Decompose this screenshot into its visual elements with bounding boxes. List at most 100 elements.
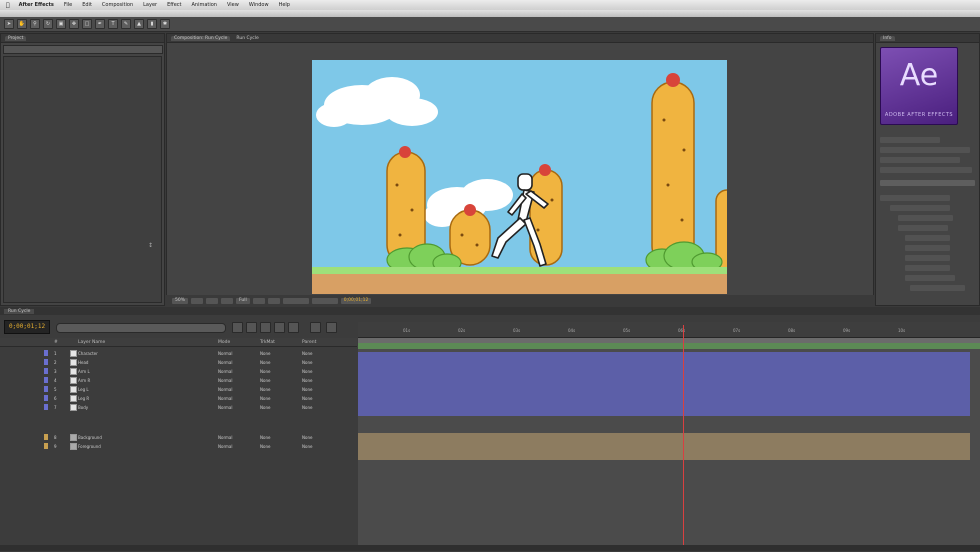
label-color[interactable] <box>44 443 48 449</box>
effects-tree-item[interactable] <box>898 215 953 221</box>
menu-file[interactable]: File <box>59 2 77 8</box>
layer-trkmat[interactable]: None <box>260 444 270 449</box>
stamp-tool-icon[interactable]: ▲ <box>134 19 144 29</box>
layer-trkmat[interactable]: None <box>260 360 270 365</box>
frame-blending-button[interactable] <box>274 322 285 333</box>
menu-animation[interactable]: Animation <box>186 2 222 8</box>
menu-window[interactable]: Window <box>244 2 274 8</box>
effects-tree-item[interactable] <box>898 225 948 231</box>
label-color[interactable] <box>44 386 48 392</box>
layer-name[interactable]: Body <box>78 405 210 410</box>
brainstorm-button[interactable] <box>326 322 337 333</box>
layer-bar-group[interactable] <box>358 352 970 416</box>
apple-icon[interactable]:  <box>0 2 14 9</box>
menu-composition[interactable]: Composition <box>97 2 138 8</box>
layer-parent[interactable]: None <box>302 378 312 383</box>
tab-info[interactable]: Info <box>880 35 895 41</box>
current-time-display[interactable]: 0;00;01;12 <box>4 320 50 334</box>
selection-tool-icon[interactable]: ➤ <box>4 19 14 29</box>
layer-parent[interactable]: None <box>302 405 312 410</box>
layer-mode[interactable]: Normal <box>218 387 232 392</box>
transparency-button[interactable] <box>267 297 280 304</box>
layer-name[interactable]: Arm R <box>78 378 210 383</box>
composition-viewer[interactable] <box>312 60 727 294</box>
layer-parent[interactable]: None <box>302 369 312 374</box>
layer-mode[interactable]: Normal <box>218 351 232 356</box>
menu-edit[interactable]: Edit <box>77 2 97 8</box>
table-row[interactable]: 4 Arm R Normal None None <box>0 376 357 384</box>
layer-name[interactable]: Background <box>78 435 210 440</box>
tab-composition[interactable]: Composition: Run Cycle <box>171 35 231 41</box>
layer-name[interactable]: Head <box>78 360 210 365</box>
layer-trkmat[interactable]: None <box>260 405 270 410</box>
effects-tree-item[interactable] <box>910 285 965 291</box>
layer-name[interactable]: Arm L <box>78 369 210 374</box>
layer-trkmat[interactable]: None <box>260 396 270 401</box>
camera-tool-icon[interactable]: ▣ <box>56 19 66 29</box>
layer-parent[interactable]: None <box>302 396 312 401</box>
tab-timeline[interactable]: Run Cycle <box>4 308 35 314</box>
table-row[interactable]: 5 Leg L Normal None None <box>0 385 357 393</box>
hand-tool-icon[interactable]: ✋ <box>17 19 27 29</box>
layer-parent[interactable]: None <box>302 360 312 365</box>
table-row[interactable]: 1 Character Normal None None <box>0 349 357 357</box>
time-ruler[interactable]: 01s 02s 03s 04s 05s 06s 07s 08s 09s 10s <box>358 322 980 338</box>
horizontal-scrollbar[interactable] <box>0 545 980 551</box>
draft-3d-button[interactable] <box>246 322 257 333</box>
menu-help[interactable]: Help <box>274 2 295 8</box>
zoom-tool-icon[interactable]: ⚲ <box>30 19 40 29</box>
menu-effect[interactable]: Effect <box>162 2 186 8</box>
camera-dropdown[interactable] <box>282 297 309 304</box>
project-list[interactable] <box>3 56 162 303</box>
layer-search-input[interactable] <box>56 323 226 333</box>
zoom-dropdown[interactable]: 50% <box>172 297 189 304</box>
layer-mode[interactable]: Normal <box>218 396 232 401</box>
effects-tree-item[interactable] <box>905 235 950 241</box>
quality-dropdown[interactable]: Full <box>236 297 250 304</box>
effects-tree-item[interactable] <box>905 275 955 281</box>
effects-tree-item[interactable] <box>905 255 950 261</box>
tab-project[interactable]: Project <box>5 35 27 41</box>
snapshot-button[interactable] <box>221 297 234 304</box>
layer-trkmat[interactable]: None <box>260 351 270 356</box>
layer-mode[interactable]: Normal <box>218 444 232 449</box>
effects-tree-item[interactable] <box>890 205 950 211</box>
effects-tree-item[interactable] <box>905 245 950 251</box>
puppet-tool-icon[interactable]: ✱ <box>160 19 170 29</box>
label-color[interactable] <box>44 350 48 356</box>
brush-tool-icon[interactable]: ✎ <box>121 19 131 29</box>
mask-tool-icon[interactable]: □ <box>82 19 92 29</box>
pen-tool-icon[interactable]: ✒ <box>95 19 105 29</box>
text-tool-icon[interactable]: T <box>108 19 118 29</box>
project-search-input[interactable] <box>3 45 163 54</box>
layer-mode[interactable]: Normal <box>218 360 232 365</box>
label-color[interactable] <box>44 395 48 401</box>
table-row[interactable]: 7 Body Normal None None <box>0 403 357 411</box>
pan-behind-tool-icon[interactable]: ✥ <box>69 19 79 29</box>
eraser-tool-icon[interactable]: ▮ <box>147 19 157 29</box>
timecode-display[interactable]: 0;00;01;12 <box>340 297 372 304</box>
menu-layer[interactable]: Layer <box>138 2 162 8</box>
label-color[interactable] <box>44 368 48 374</box>
layer-name[interactable]: Leg R <box>78 396 210 401</box>
tab-run-cycle[interactable]: Run Cycle <box>236 36 258 41</box>
layer-mode[interactable]: Normal <box>218 369 232 374</box>
hide-shy-button[interactable] <box>260 322 271 333</box>
table-row[interactable]: 9 Foreground Normal None None <box>0 442 357 450</box>
layer-name[interactable]: Leg L <box>78 387 210 392</box>
layer-parent[interactable]: None <box>302 444 312 449</box>
motion-blur-button[interactable] <box>288 322 299 333</box>
effects-tree-item[interactable] <box>880 195 950 201</box>
layer-bar-background[interactable] <box>358 433 970 460</box>
layer-parent[interactable]: None <box>302 351 312 356</box>
rotate-tool-icon[interactable]: ↻ <box>43 19 53 29</box>
layer-name[interactable]: Character <box>78 351 210 356</box>
label-color[interactable] <box>44 404 48 410</box>
mask-toggle-button[interactable] <box>206 297 219 304</box>
layer-parent[interactable]: None <box>302 387 312 392</box>
layer-trkmat[interactable]: None <box>260 387 270 392</box>
layer-trkmat[interactable]: None <box>260 369 270 374</box>
label-color[interactable] <box>44 377 48 383</box>
view-layout-dropdown[interactable] <box>311 297 338 304</box>
playhead[interactable] <box>683 325 684 551</box>
